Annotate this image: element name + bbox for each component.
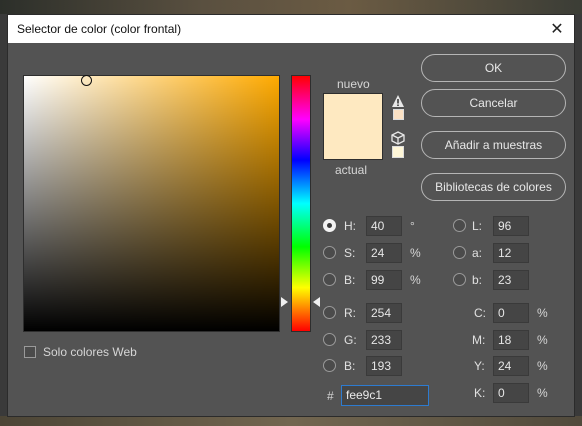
hue-slider-handle-right[interactable] xyxy=(313,297,320,307)
lab-a-row: a: 12 xyxy=(453,243,553,263)
new-color-swatch xyxy=(323,93,383,127)
blue-radio[interactable] xyxy=(323,359,336,372)
dialog-title: Selector de color (color frontal) xyxy=(17,22,182,36)
red-label: R: xyxy=(344,306,356,320)
cyan-label: C: xyxy=(474,306,486,320)
brightness-label: B: xyxy=(344,273,356,287)
red-row: R: 254 xyxy=(323,303,423,323)
hue-radio[interactable] xyxy=(323,219,336,232)
web-colors-checkbox[interactable] xyxy=(24,346,36,358)
yellow-input[interactable]: 24 xyxy=(493,356,529,376)
lab-l-row: L: 96 xyxy=(453,216,553,236)
cyan-input[interactable]: 0 xyxy=(493,303,529,323)
lab-b-input[interactable]: 23 xyxy=(493,270,529,290)
saturation-row: S: 24 % xyxy=(323,243,433,263)
lab-b-label: b: xyxy=(472,273,483,287)
gamut-warning-swatch[interactable] xyxy=(393,109,404,120)
brightness-input[interactable]: 99 xyxy=(366,270,402,290)
magenta-input[interactable]: 18 xyxy=(493,330,529,350)
brightness-radio[interactable] xyxy=(323,273,336,286)
hue-slider-handle-left[interactable] xyxy=(281,297,288,307)
color-field-marker[interactable] xyxy=(81,75,92,86)
add-to-swatches-button[interactable]: Añadir a muestras xyxy=(421,131,566,159)
current-color-swatch[interactable] xyxy=(323,127,383,160)
lab-a-input[interactable]: 12 xyxy=(493,243,529,263)
green-label: G: xyxy=(344,333,357,347)
black-row: K: 0 % xyxy=(471,383,571,403)
saturation-radio[interactable] xyxy=(323,246,336,259)
red-radio[interactable] xyxy=(323,306,336,319)
web-colors-label[interactable]: Solo colores Web xyxy=(43,345,137,359)
magenta-unit: % xyxy=(537,333,548,347)
hex-label: # xyxy=(327,389,334,403)
brightness-row: B: 99 % xyxy=(323,270,433,290)
color-field[interactable] xyxy=(23,75,280,332)
warning-triangle-icon[interactable] xyxy=(391,94,405,108)
black-input[interactable]: 0 xyxy=(493,383,529,403)
black-unit: % xyxy=(537,386,548,400)
hex-input[interactable]: fee9c1 xyxy=(341,385,429,406)
cyan-row: C: 0 % xyxy=(471,303,571,323)
yellow-label: Y: xyxy=(474,359,485,373)
close-icon[interactable]: ✕ xyxy=(540,15,574,43)
blue-input[interactable]: 193 xyxy=(366,356,402,376)
background-photo-bottom xyxy=(0,416,582,426)
background-photo-top xyxy=(0,0,582,14)
saturation-label: S: xyxy=(344,246,356,260)
title-bar: Selector de color (color frontal) ✕ xyxy=(8,15,574,43)
magenta-label: M: xyxy=(472,333,486,347)
lab-a-radio[interactable] xyxy=(453,246,466,259)
magenta-row: M: 18 % xyxy=(471,330,571,350)
yellow-unit: % xyxy=(537,359,548,373)
lab-b-row: b: 23 xyxy=(453,270,553,290)
black-label: K: xyxy=(474,386,486,400)
yellow-row: Y: 24 % xyxy=(471,356,571,376)
new-color-label: nuevo xyxy=(337,77,370,91)
lab-l-input[interactable]: 96 xyxy=(493,216,529,236)
brightness-unit: % xyxy=(410,273,421,287)
hue-row: H: 40 ° xyxy=(323,216,433,236)
current-color-label: actual xyxy=(335,163,368,177)
lab-b-radio[interactable] xyxy=(453,273,466,286)
red-input[interactable]: 254 xyxy=(366,303,402,323)
color-picker-dialog: Selector de color (color frontal) ✕ nuev… xyxy=(7,14,575,417)
hue-input[interactable]: 40 xyxy=(366,216,402,236)
lab-l-radio[interactable] xyxy=(453,219,466,232)
hue-slider[interactable] xyxy=(291,75,311,332)
green-row: G: 233 xyxy=(323,330,423,350)
cube-icon[interactable] xyxy=(391,131,405,145)
saturation-input[interactable]: 24 xyxy=(366,243,402,263)
green-radio[interactable] xyxy=(323,333,336,346)
hue-unit: ° xyxy=(410,219,415,233)
lab-l-label: L: xyxy=(472,219,483,233)
blue-row: B: 193 xyxy=(323,356,423,376)
green-input[interactable]: 233 xyxy=(366,330,402,350)
web-safe-swatch[interactable] xyxy=(392,146,404,158)
hue-label: H: xyxy=(344,219,356,233)
ok-button[interactable]: OK xyxy=(421,54,566,82)
lab-a-label: a: xyxy=(472,246,483,260)
cyan-unit: % xyxy=(537,306,548,320)
cancel-button[interactable]: Cancelar xyxy=(421,89,566,117)
saturation-unit: % xyxy=(410,246,421,260)
color-libraries-button[interactable]: Bibliotecas de colores xyxy=(421,173,566,201)
blue-label: B: xyxy=(344,359,356,373)
